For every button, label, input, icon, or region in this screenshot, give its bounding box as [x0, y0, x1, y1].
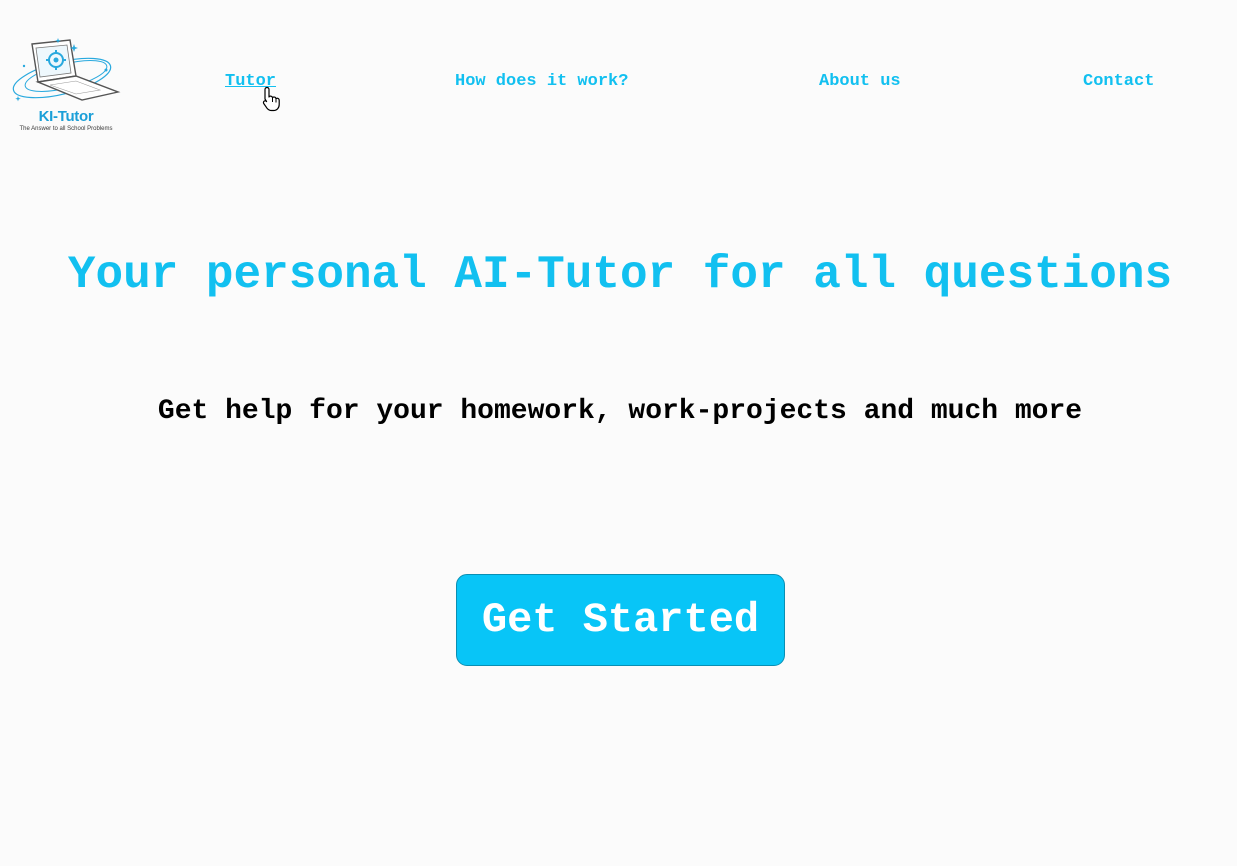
hand-pointer-cursor-icon	[262, 86, 280, 112]
nav-link-how-it-works[interactable]: How does it work?	[455, 72, 628, 91]
nav-link-contact[interactable]: Contact	[1083, 72, 1154, 91]
hero-subtitle: Get help for your homework, work-project…	[157, 396, 1083, 427]
brand-name: KI-Tutor	[38, 108, 94, 125]
brand-tagline: The Answer to all School Problems	[19, 126, 113, 132]
laptop-gear-icon	[12, 38, 121, 102]
nav-link-about-us[interactable]: About us	[819, 72, 901, 91]
get-started-button[interactable]: Get Started	[456, 574, 785, 666]
brand-logo[interactable]: KI-Tutor The Answer to all School Proble…	[10, 36, 122, 136]
hero-title: Your personal AI-Tutor for all questions	[67, 249, 1173, 301]
